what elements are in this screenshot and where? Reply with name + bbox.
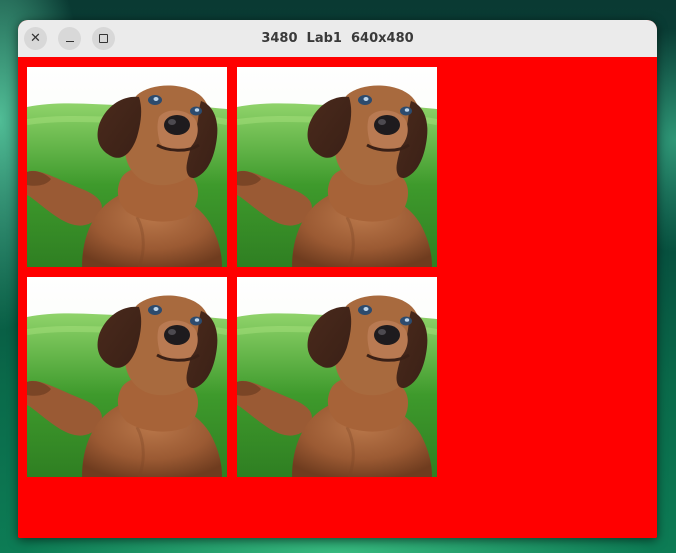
dog-photo-graphic xyxy=(237,277,437,477)
dog-image-3 xyxy=(27,277,227,477)
title-bar[interactable]: ✕ 3480 Lab1 640x480 xyxy=(18,20,657,58)
dog-image-4 xyxy=(237,277,437,477)
dog-photo-graphic xyxy=(237,67,437,267)
dog-photo-graphic xyxy=(27,277,227,477)
dog-image-1 xyxy=(27,67,227,267)
window-title: 3480 Lab1 640x480 xyxy=(261,31,414,46)
dog-image-2 xyxy=(237,67,437,267)
app-window: ✕ 3480 Lab1 640x480 xyxy=(18,20,657,538)
canvas-area xyxy=(18,57,657,538)
dog-photo-graphic xyxy=(27,67,227,267)
